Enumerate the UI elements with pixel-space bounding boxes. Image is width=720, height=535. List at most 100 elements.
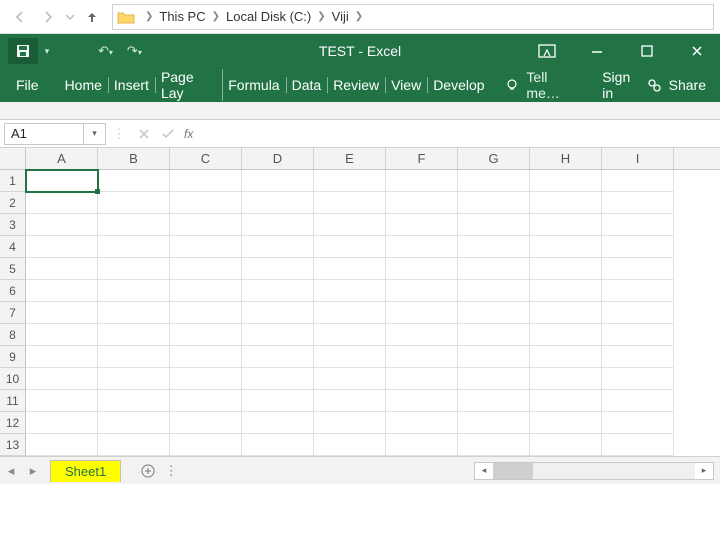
cell[interactable] (98, 170, 170, 192)
tab-data[interactable]: Data (286, 73, 328, 97)
cell[interactable] (530, 346, 602, 368)
cell[interactable] (458, 346, 530, 368)
cell[interactable] (530, 390, 602, 412)
row-header[interactable]: 6 (0, 280, 26, 302)
col-header[interactable]: E (314, 148, 386, 169)
file-tab[interactable]: File (6, 72, 49, 98)
cell[interactable] (26, 368, 98, 390)
cell[interactable] (386, 434, 458, 456)
cell[interactable] (26, 280, 98, 302)
name-box-dropdown-icon[interactable]: ▾ (84, 123, 106, 145)
cell[interactable] (602, 192, 674, 214)
cell[interactable] (242, 346, 314, 368)
ribbon-display-options-icon[interactable] (536, 40, 558, 62)
cell[interactable] (386, 192, 458, 214)
cell[interactable] (386, 258, 458, 280)
cell[interactable] (26, 346, 98, 368)
cell[interactable] (26, 412, 98, 434)
close-button[interactable] (686, 40, 708, 62)
row-header[interactable]: 1 (0, 170, 26, 192)
cell[interactable] (242, 368, 314, 390)
select-all-corner[interactable] (0, 148, 26, 169)
cell[interactable] (530, 324, 602, 346)
cell[interactable] (314, 434, 386, 456)
cell[interactable] (530, 236, 602, 258)
cell[interactable] (26, 258, 98, 280)
scroll-thumb[interactable] (493, 463, 533, 479)
cell[interactable] (314, 390, 386, 412)
enter-formula-icon[interactable] (156, 123, 180, 145)
cell[interactable] (386, 214, 458, 236)
redo-icon[interactable]: ↷▾ (127, 43, 142, 59)
crumb-folder[interactable]: Viji (328, 9, 353, 24)
row-header[interactable]: 5 (0, 258, 26, 280)
tab-home[interactable]: Home (59, 73, 108, 97)
cell[interactable] (26, 236, 98, 258)
cell[interactable] (314, 346, 386, 368)
cell[interactable] (530, 214, 602, 236)
tell-me-search[interactable]: Tell me… (505, 69, 585, 101)
cell[interactable] (602, 236, 674, 258)
cell[interactable] (602, 258, 674, 280)
cell[interactable] (314, 192, 386, 214)
nav-up-icon[interactable] (78, 3, 106, 31)
crumb-this-pc[interactable]: This PC (155, 9, 209, 24)
cell[interactable] (242, 170, 314, 192)
cell[interactable] (242, 412, 314, 434)
cell[interactable] (458, 236, 530, 258)
cell[interactable] (98, 346, 170, 368)
minimize-button[interactable] (586, 40, 608, 62)
breadcrumb[interactable]: ❯ This PC ❯ Local Disk (C:) ❯ Viji ❯ (112, 4, 714, 30)
cell[interactable] (458, 390, 530, 412)
row-header[interactable]: 4 (0, 236, 26, 258)
row-header[interactable]: 10 (0, 368, 26, 390)
row-header[interactable]: 2 (0, 192, 26, 214)
cell[interactable] (98, 390, 170, 412)
cell[interactable] (530, 412, 602, 434)
cell[interactable] (170, 346, 242, 368)
cell[interactable] (26, 302, 98, 324)
cell[interactable] (26, 192, 98, 214)
cell[interactable] (98, 192, 170, 214)
save-button[interactable] (8, 38, 38, 64)
cell[interactable] (458, 192, 530, 214)
cell[interactable] (170, 302, 242, 324)
cell[interactable] (314, 236, 386, 258)
sheet-tab-active[interactable]: Sheet1 (50, 460, 121, 482)
cell[interactable] (26, 170, 98, 192)
cell[interactable] (458, 280, 530, 302)
name-box[interactable]: A1 (4, 123, 84, 145)
cell[interactable] (386, 170, 458, 192)
cell[interactable] (602, 280, 674, 302)
cell[interactable] (98, 302, 170, 324)
col-header[interactable]: I (602, 148, 674, 169)
cell[interactable] (458, 324, 530, 346)
cell[interactable] (242, 214, 314, 236)
tab-review[interactable]: Review (327, 73, 385, 97)
scroll-right-icon[interactable]: ▸ (695, 465, 713, 476)
sign-in-link[interactable]: Sign in (602, 69, 644, 101)
qat-customize-icon[interactable]: ▾ (40, 46, 54, 57)
cell[interactable] (98, 324, 170, 346)
cell[interactable] (602, 324, 674, 346)
cell[interactable] (602, 346, 674, 368)
cell[interactable] (242, 324, 314, 346)
cell[interactable] (602, 302, 674, 324)
cell[interactable] (242, 236, 314, 258)
cell[interactable] (242, 280, 314, 302)
tab-view[interactable]: View (385, 73, 427, 97)
cell[interactable] (458, 412, 530, 434)
cell[interactable] (98, 412, 170, 434)
cell[interactable] (170, 390, 242, 412)
cell[interactable] (314, 170, 386, 192)
row-header[interactable]: 11 (0, 390, 26, 412)
tab-page-layout[interactable]: Page Lay (155, 65, 222, 105)
scroll-left-icon[interactable]: ◂ (475, 465, 493, 476)
row-header[interactable]: 8 (0, 324, 26, 346)
nav-forward-icon[interactable] (34, 3, 62, 31)
cell[interactable] (170, 280, 242, 302)
cell[interactable] (386, 390, 458, 412)
share-button[interactable]: Share (645, 76, 714, 94)
col-header[interactable]: C (170, 148, 242, 169)
cell[interactable] (386, 368, 458, 390)
